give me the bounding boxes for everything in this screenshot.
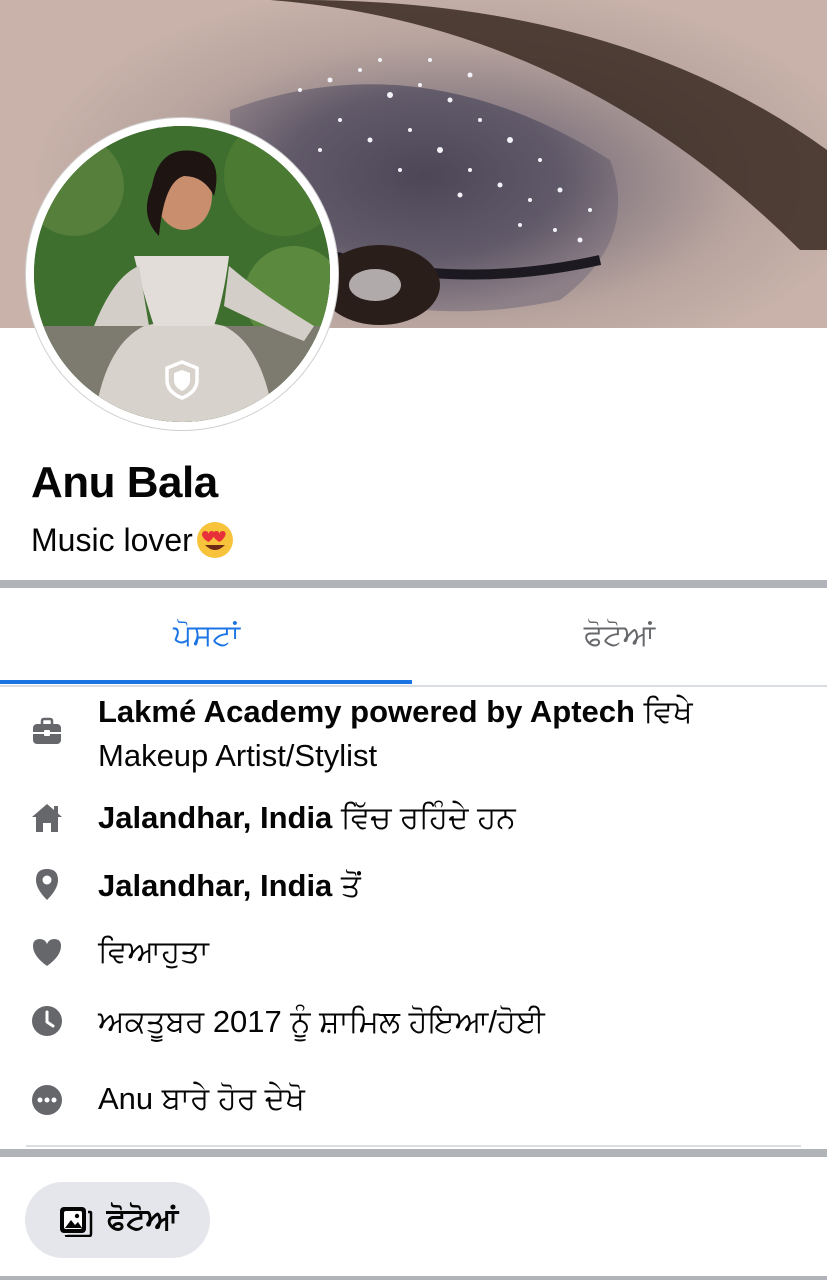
photos-icon — [59, 1207, 92, 1237]
lives-suffix: ਵਿੱਚ ਰਹਿੰਦੇ ਹਨ — [332, 800, 516, 835]
location-pin-icon — [36, 869, 58, 900]
clock-icon — [32, 1006, 62, 1036]
current-city[interactable]: Jalandhar, India — [98, 800, 332, 835]
photos-button[interactable]: ਫੋਟੋਆਂ — [25, 1182, 210, 1258]
work-suffix: ਵਿਖੇ — [634, 694, 693, 729]
tab-photos[interactable]: ਫੋਟੋਆਂ — [413, 588, 826, 683]
work-place[interactable]: Lakmé Academy powered by Aptech — [98, 694, 635, 729]
photos-button-label: ਫੋਟੋਆਂ — [106, 1203, 179, 1236]
home-icon — [32, 804, 62, 832]
from-suffix: ਤੋਂ — [332, 868, 361, 903]
see-more-label[interactable]: Anu ਬਾਰੇ ਹੋਰ ਦੇਖੋ — [98, 1077, 305, 1121]
profile-guard-shield-icon — [165, 360, 199, 400]
active-tab-indicator — [0, 680, 412, 684]
section-divider-2 — [0, 1149, 827, 1157]
briefcase-icon — [33, 717, 61, 744]
hometown[interactable]: Jalandhar, India — [98, 868, 332, 903]
tab-posts[interactable]: ਪੋਸਟਾਂ — [0, 588, 413, 683]
heart-eyes-emoji-icon — [196, 522, 233, 558]
section-divider — [0, 580, 827, 588]
profile-bio: Music lover — [31, 520, 235, 560]
intro-divider — [26, 1145, 801, 1147]
joined-date: ਅਕਤੂਬਰ 2017 ਨੂੰ ਸ਼ਾਮਿਲ ਹੋਇਆ/ਹੋਈ — [98, 1004, 545, 1039]
profile-tabs: ਪੋਸਟਾਂ ਫੋਟੋਆਂ — [0, 588, 827, 687]
relationship-status: ਵਿਆਹੁਤਾ — [98, 934, 209, 969]
profile-name: Anu Bala — [31, 458, 218, 507]
more-dots-icon — [32, 1085, 62, 1115]
work-position: Makeup Artist/Stylist — [98, 738, 378, 773]
bottom-divider — [0, 1276, 827, 1280]
heart-icon — [33, 939, 61, 966]
bio-text: Music lover — [31, 521, 193, 558]
